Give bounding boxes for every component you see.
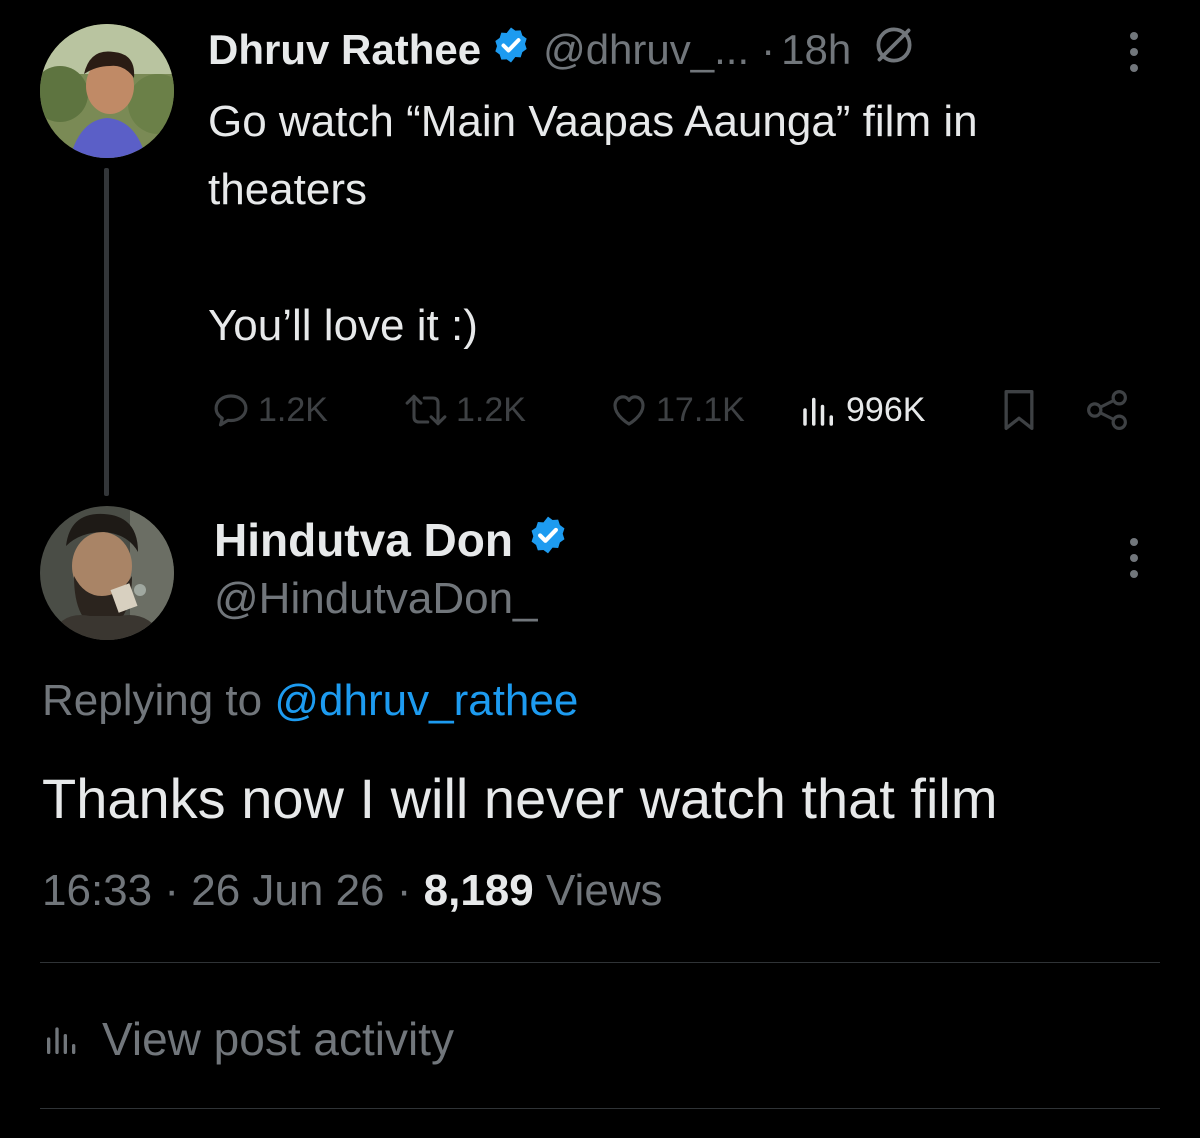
- tweet-body: Go watch “Main Vaapas Aaunga” film in th…: [208, 88, 1158, 360]
- view-post-activity-label: View post activity: [102, 1013, 454, 1065]
- more-icon[interactable]: [1128, 538, 1140, 578]
- verified-badge-icon: [527, 513, 569, 567]
- reply-author: Hindutva Don: [214, 512, 569, 568]
- reply-button[interactable]: 1.2K: [210, 382, 328, 438]
- repost-icon: [405, 394, 447, 426]
- divider: [40, 962, 1160, 963]
- reply-author-name[interactable]: Hindutva Don: [214, 513, 513, 567]
- reply-meta: 16:33 · 26 Jun 26 · 8,189 Views: [42, 866, 663, 916]
- separator-dot: ·: [396, 866, 412, 915]
- bookmark-icon: [1004, 390, 1034, 430]
- tweet-text-line: theaters: [208, 165, 367, 214]
- tweet-header: Dhruv Rathee @dhruv_... · 18h: [208, 22, 1108, 78]
- views-icon: [803, 397, 833, 426]
- divider: [40, 1108, 1160, 1109]
- replying-to-handle[interactable]: @dhruv_rathee: [274, 676, 578, 725]
- bookmark-button[interactable]: [1000, 382, 1038, 438]
- reply-author-handle[interactable]: @HindutvaDon_: [214, 574, 538, 624]
- views-count: 996K: [846, 390, 926, 429]
- reply-time[interactable]: 16:33: [42, 866, 152, 915]
- avatar-hindutva-don[interactable]: [40, 506, 174, 640]
- reply-count: 1.2K: [258, 390, 328, 429]
- reply-date[interactable]: 26 Jun 26: [191, 866, 384, 915]
- like-button[interactable]: 17.1K: [608, 382, 745, 438]
- author-handle[interactable]: @dhruv_...: [543, 26, 749, 74]
- repost-count: 1.2K: [456, 390, 526, 429]
- reply-view-count: 8,189: [423, 866, 534, 915]
- views-label: Views: [545, 866, 663, 915]
- repost-button[interactable]: 1.2K: [402, 382, 526, 438]
- views-button[interactable]: 996K: [798, 382, 925, 438]
- like-count: 17.1K: [656, 390, 745, 429]
- reply-icon: [214, 394, 248, 427]
- view-post-activity-button[interactable]: View post activity: [42, 1012, 454, 1066]
- like-icon: [613, 395, 645, 426]
- share-icon: [1087, 390, 1127, 430]
- separator-dot: ·: [164, 866, 179, 915]
- avatar-dhruv-rathee[interactable]: [40, 24, 174, 158]
- thread-connector: [104, 168, 109, 496]
- reply-text: Thanks now I will never watch that film: [42, 767, 998, 830]
- edited-icon: [869, 20, 919, 80]
- tweet-actions: 1.2K 1.2K 17.1K 996K: [210, 382, 1140, 438]
- tweet-text-line: You’ll love it :): [208, 301, 478, 350]
- separator-dot: ·: [761, 26, 776, 73]
- replying-to-label: Replying to: [42, 676, 263, 725]
- replying-to: Replying to @dhruv_rathee: [42, 676, 578, 726]
- tweet-text-line: Go watch “Main Vaapas Aaunga” film in: [208, 97, 978, 146]
- views-icon: [47, 1027, 76, 1054]
- tweet-time[interactable]: 18h: [781, 26, 851, 74]
- verified-badge-icon: [491, 25, 531, 75]
- author-name[interactable]: Dhruv Rathee: [208, 26, 481, 74]
- more-icon[interactable]: [1128, 32, 1140, 72]
- share-button[interactable]: [1084, 382, 1130, 438]
